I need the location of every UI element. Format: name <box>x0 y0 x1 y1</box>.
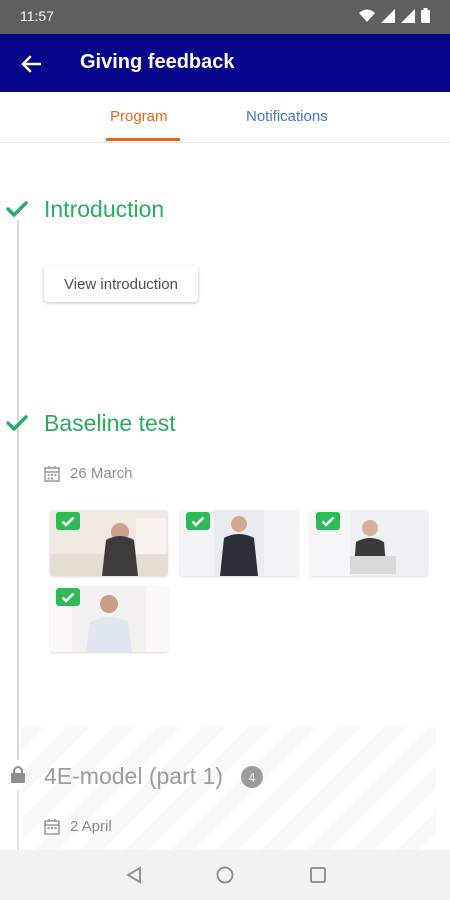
wifi-icon <box>359 9 375 26</box>
timeline-line <box>17 220 19 760</box>
check-icon <box>6 415 28 431</box>
back-button[interactable] <box>14 47 48 81</box>
section-date: 2 April <box>70 818 112 835</box>
video-thumbnail[interactable] <box>310 510 428 576</box>
status-icons <box>359 8 430 26</box>
nav-recents-button[interactable] <box>307 864 329 886</box>
triangle-back-icon <box>126 866 141 884</box>
status-time: 11:57 <box>20 8 54 24</box>
completed-check-badge <box>56 512 80 530</box>
nav-home-button[interactable] <box>214 864 236 886</box>
section-title-introduction: Introduction <box>44 196 165 222</box>
view-introduction-button[interactable]: View introduction <box>44 266 198 302</box>
completed-check-badge <box>186 512 210 530</box>
completed-check-badge <box>316 512 340 530</box>
status-bar: 11:57 <box>0 0 450 34</box>
signal-secondary-icon <box>401 8 415 26</box>
circle-home-icon <box>216 866 234 884</box>
date-row: 2 April <box>44 818 112 835</box>
section-title-4e-model: 4E-model (part 1) <box>44 763 223 789</box>
date-row: 26 March <box>44 465 133 482</box>
active-tab-indicator <box>106 138 180 141</box>
video-thumbnail[interactable] <box>180 510 298 576</box>
nav-back-button[interactable] <box>123 864 145 886</box>
battery-icon <box>421 8 430 26</box>
check-icon <box>61 592 75 603</box>
square-recents-icon <box>310 867 326 883</box>
app-bar: Giving feedback <box>0 34 450 92</box>
video-thumbnail[interactable] <box>50 586 168 652</box>
check-icon <box>6 201 28 217</box>
tab-notifications[interactable]: Notifications <box>246 108 328 125</box>
calendar-icon <box>44 466 60 482</box>
lock-icon <box>11 766 25 783</box>
calendar-icon <box>44 819 60 835</box>
check-icon <box>191 516 205 527</box>
arrow-left-icon <box>21 55 41 73</box>
system-navigation-bar <box>0 850 450 900</box>
check-icon <box>61 516 75 527</box>
section-title-baseline-test: Baseline test <box>44 410 176 436</box>
completed-check-badge <box>56 588 80 606</box>
check-icon <box>321 516 335 527</box>
signal-icon <box>381 8 395 26</box>
page-title: Giving feedback <box>80 51 235 73</box>
tab-bar: Program Notifications <box>0 92 450 143</box>
tab-program[interactable]: Program <box>110 108 168 125</box>
video-thumbnail[interactable] <box>50 510 168 576</box>
lessons-count-badge: 4 <box>241 766 263 788</box>
section-date: 26 March <box>70 465 133 482</box>
